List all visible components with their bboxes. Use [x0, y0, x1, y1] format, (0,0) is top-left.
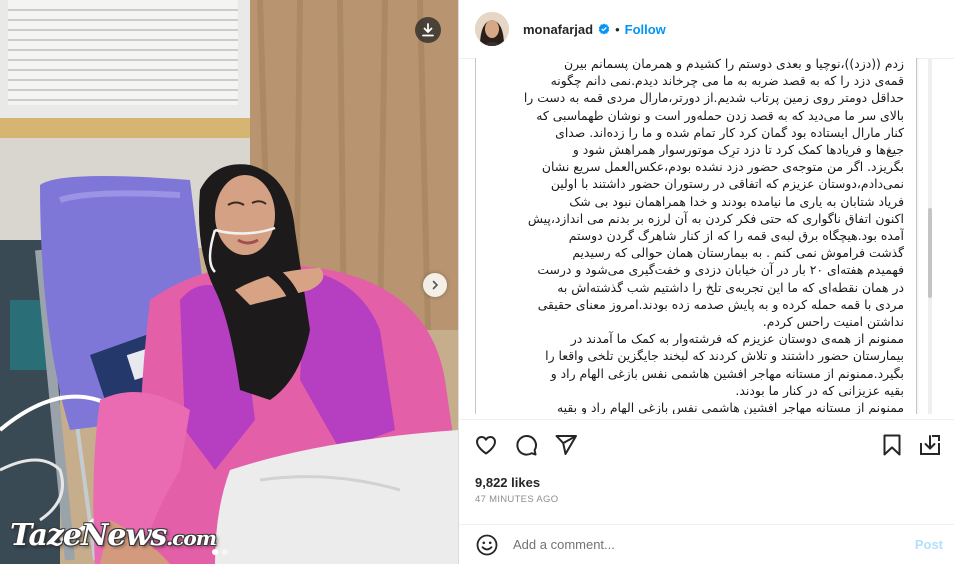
caption-line: بگریزد. اگر من متوجه‌ی حضور دزد نشده بود…	[541, 159, 904, 175]
carousel-dot	[222, 549, 228, 555]
post-photo[interactable]: TazeNews.com	[0, 0, 458, 564]
caption-line: گذشت فراموش نمی کنم . به بیمارستان همان …	[572, 245, 904, 261]
caption-text: زدم ((دزد))،نوچیا و بعدی دوستم را کشیدم …	[490, 58, 904, 414]
comment-input[interactable]	[513, 532, 893, 557]
caption-line: نداشتن امنیت راحس کردم.	[762, 314, 904, 330]
caption-line: زدم ((دزد))،نوچیا و بعدی دوستم را کشیدم …	[564, 58, 904, 71]
post-timestamp[interactable]: 47 MINUTES AGO	[475, 494, 558, 505]
watermark-logo: TazeNews.com	[10, 518, 217, 553]
avatar[interactable]	[475, 12, 509, 46]
share-icon[interactable]	[553, 432, 579, 458]
post-header: monafarjad • Follow	[459, 0, 954, 58]
caption-line: فهمیدم هفته‌ای ۲۰ بار در آن خیابان دزدی …	[537, 262, 904, 278]
heart-icon[interactable]	[473, 432, 499, 458]
caption-line: جیغ‌ها و فریادها کمک کرد تا دزد ترِک موت…	[572, 142, 904, 158]
emoji-icon[interactable]	[475, 533, 499, 557]
caption-line: در همان نقطه‌ای که ما این تجربه‌ی تلخ را…	[557, 279, 904, 295]
chevron-right-icon[interactable]	[423, 273, 447, 297]
header-separator: •	[615, 21, 620, 37]
verified-badge-icon	[598, 23, 610, 35]
caption-scrollbar[interactable]	[928, 58, 932, 414]
caption-line: ممنونم از مستانه مهاجر افشین هاشمی نفس ب…	[556, 400, 904, 414]
post-side-panel: monafarjad • Follow زدم ((دزد))،نوچیا و …	[458, 0, 954, 564]
caption-line: ممنونم از همه‌ی دوستان عزیزم که فرشته‌وا…	[570, 331, 904, 347]
caption-line: آمده بود.هیچگاه برق لبه‌ی قمه را که از ک…	[568, 228, 904, 244]
comment-icon[interactable]	[513, 432, 539, 458]
caption-line: اکنون اتفاق ناگواری که حتی فکر کردن به آ…	[527, 210, 904, 226]
post-comment-button[interactable]: Post	[915, 537, 943, 552]
caption-card: زدم ((دزد))،نوچیا و بعدی دوستم را کشیدم …	[475, 58, 917, 414]
likes-count[interactable]: 9,822 likes	[475, 475, 540, 490]
caption-area[interactable]: زدم ((دزد))،نوچیا و بعدی دوستم را کشیدم …	[475, 58, 939, 414]
instagram-post: TazeNews.com monafarjad • Follow زدم ((د…	[0, 0, 954, 564]
caption-line: بقیه عزیزانی که در کنار ما بودند.	[735, 382, 904, 398]
download-icon[interactable]	[917, 432, 943, 458]
caption-line: نمی‌دادم،دوستان عزیزم که اتفاقی در رستور…	[550, 176, 904, 192]
username[interactable]: monafarjad	[523, 22, 593, 37]
scrollbar-thumb[interactable]	[928, 208, 932, 298]
caption-line: بیمارستان حضور داشتند و تلاش کردند که لب…	[545, 348, 904, 364]
follow-button[interactable]: Follow	[625, 22, 666, 37]
action-bar	[459, 420, 954, 470]
caption-line: قمه‌ی دزد را که به قصد ضربه به ما می چرخ…	[550, 73, 904, 89]
download-icon[interactable]	[415, 17, 441, 43]
caption-line: حداقل دومتر روی زمین پرتاب شدیم.از دورتر…	[523, 90, 904, 106]
caption-line: بالای سر ما می‌دید که به قصد زدن حمله‌ور…	[536, 107, 904, 123]
caption-line: فریاد شتابان به یاری ما نیامده بودند و خ…	[569, 193, 904, 209]
bookmark-icon[interactable]	[879, 432, 905, 458]
caption-line: بگیرد.ممنونم از مستانه مهاجر افشین هاشمی…	[550, 365, 904, 381]
hospital-photo-illustration	[0, 0, 458, 564]
caption-line: مردی با قمه حمله کرده و به پایش صدمه زده…	[537, 296, 904, 312]
comment-bar: Post	[459, 524, 954, 564]
caption-line: کنار مارال ایستاده بود گمان کرد کار تمام…	[555, 124, 904, 140]
